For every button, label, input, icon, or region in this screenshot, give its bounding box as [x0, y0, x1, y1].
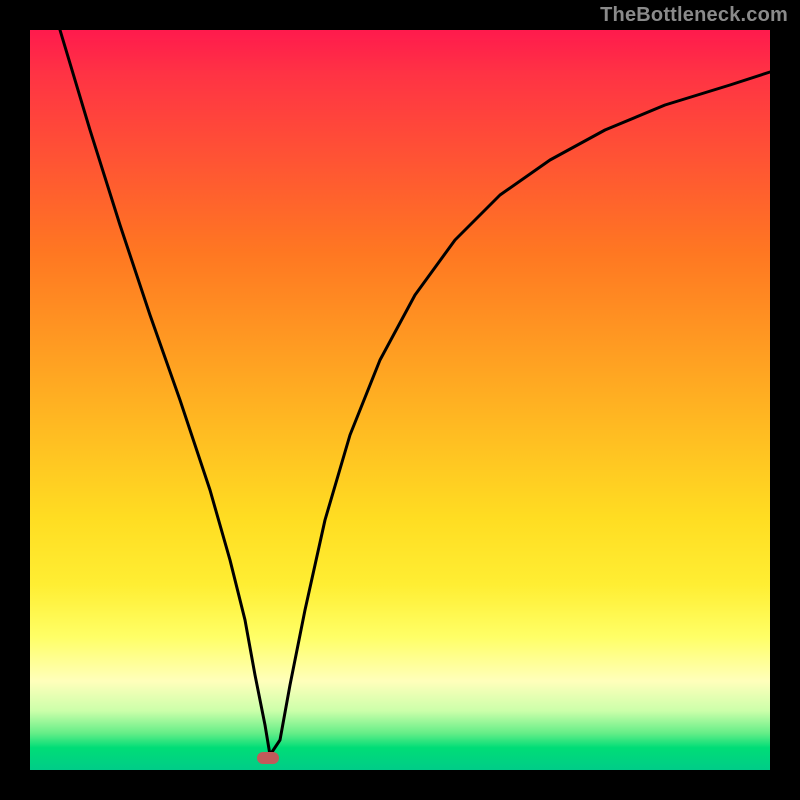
plot-area — [30, 30, 770, 770]
bottleneck-curve — [30, 30, 770, 770]
chart-frame: TheBottleneck.com — [0, 0, 800, 800]
optimal-marker — [257, 752, 279, 764]
watermark-text: TheBottleneck.com — [600, 4, 788, 27]
curve-path — [60, 30, 770, 755]
